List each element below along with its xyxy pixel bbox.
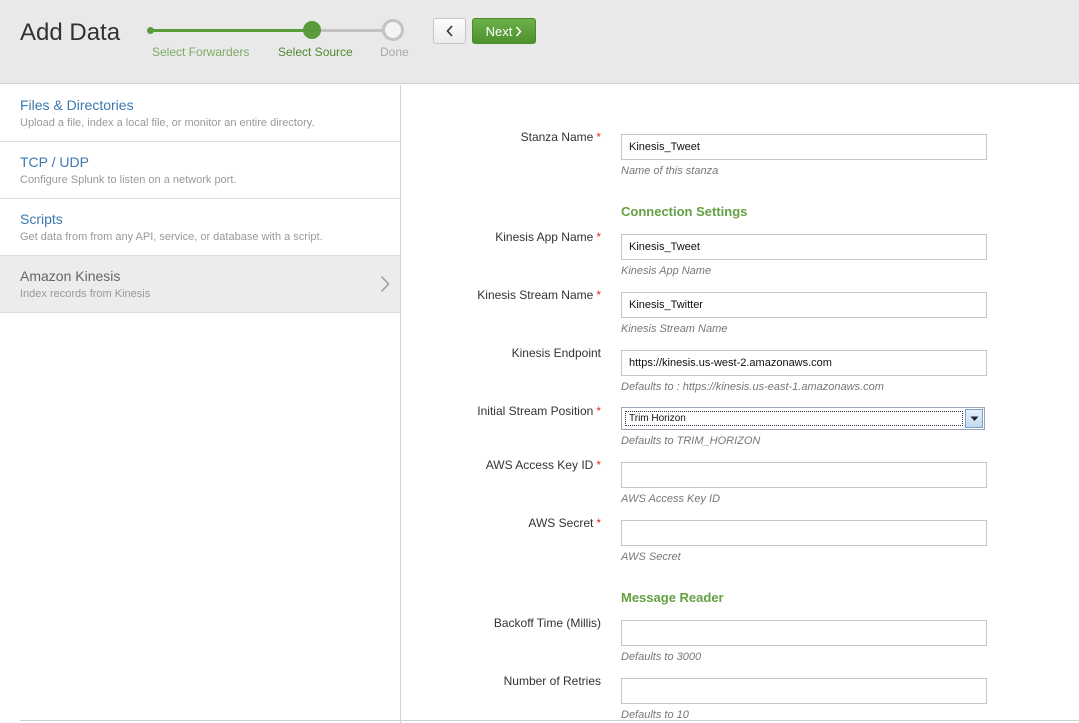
next-button[interactable]: Next <box>472 18 536 44</box>
connection-settings-heading: Connection Settings <box>621 204 748 219</box>
initial-stream-position-label: Initial Stream Position * <box>477 404 601 418</box>
sidebar-item-amazon-kinesis[interactable]: Amazon Kinesis Index records from Kinesi… <box>0 256 400 313</box>
step-label-source: Select Source <box>278 45 353 59</box>
stanza-name-input[interactable] <box>621 134 987 160</box>
backoff-time-input[interactable] <box>621 620 987 646</box>
chevron-down-icon <box>970 416 978 421</box>
chevron-right-icon <box>380 275 390 293</box>
sidebar-item-title: Scripts <box>20 211 63 227</box>
kinesis-stream-name-label: Kinesis Stream Name * <box>477 288 601 302</box>
backoff-time-help: Defaults to 3000 <box>621 651 702 663</box>
chevron-left-icon <box>445 25 453 37</box>
backoff-time-label: Backoff Time (Millis) <box>493 616 601 630</box>
sidebar-item-desc: Upload a file, index a local file, or mo… <box>20 117 315 129</box>
aws-access-key-help: AWS Access Key ID <box>621 493 721 505</box>
step-done-marker <box>382 19 404 41</box>
kinesis-endpoint-label: Kinesis Endpoint <box>511 346 601 360</box>
sidebar-item-tcp-udp[interactable]: TCP / UDP Configure Splunk to listen on … <box>0 142 400 199</box>
kinesis-app-name-help: Kinesis App Name <box>621 265 712 277</box>
chevron-right-icon <box>516 26 522 36</box>
sidebar-item-scripts[interactable]: Scripts Get data from from any API, serv… <box>0 199 400 256</box>
sidebar-item-desc: Index records from Kinesis <box>20 288 151 300</box>
initial-stream-position-value: Trim Horizon <box>625 411 963 426</box>
initial-stream-position-help: Defaults to TRIM_HORIZON <box>621 435 761 447</box>
step-label-forwarders: Select Forwarders <box>152 45 250 59</box>
next-button-label: Next <box>485 23 513 39</box>
sidebar-item-title: Amazon Kinesis <box>20 268 121 284</box>
header: Add Data Select Forwarders Select Source… <box>0 0 1079 84</box>
aws-access-key-input[interactable] <box>621 462 987 488</box>
aws-secret-help: AWS Secret <box>621 551 681 563</box>
dropdown-arrow-button[interactable] <box>965 409 983 428</box>
number-of-retries-label: Number of Retries <box>503 674 601 688</box>
sidebar-item-title: Files & Directories <box>20 97 134 113</box>
progress-track-complete <box>148 29 312 32</box>
sidebar-item-desc: Configure Splunk to listen on a network … <box>20 174 237 186</box>
page-title: Add Data <box>20 19 121 46</box>
stanza-name-help: Name of this stanza <box>621 165 719 177</box>
step-source-marker <box>303 21 321 39</box>
message-reader-heading: Message Reader <box>621 590 724 605</box>
aws-access-key-label: AWS Access Key ID * <box>485 458 601 472</box>
sidebar-item-desc: Get data from from any API, service, or … <box>20 231 323 243</box>
sidebar-item-files-directories[interactable]: Files & Directories Upload a file, index… <box>0 85 400 142</box>
kinesis-app-name-input[interactable] <box>621 234 987 260</box>
back-button[interactable] <box>433 18 466 44</box>
initial-stream-position-select[interactable]: Trim Horizon <box>621 407 985 430</box>
progress-track-remaining <box>312 29 393 32</box>
sidebar-item-title: TCP / UDP <box>20 154 89 170</box>
aws-secret-label: AWS Secret * <box>528 516 601 530</box>
source-sidebar: Files & Directories Upload a file, index… <box>0 85 401 723</box>
step-forwarders-marker <box>147 27 154 34</box>
kinesis-app-name-label: Kinesis App Name * <box>495 230 601 244</box>
number-of-retries-input[interactable] <box>621 678 987 704</box>
kinesis-endpoint-help: Defaults to : https://kinesis.us-east-1.… <box>621 381 884 393</box>
kinesis-stream-name-input[interactable] <box>621 292 987 318</box>
stanza-name-label: Stanza Name * <box>520 130 601 144</box>
aws-secret-input[interactable] <box>621 520 987 546</box>
step-label-done: Done <box>380 45 409 59</box>
kinesis-endpoint-input[interactable] <box>621 350 987 376</box>
kinesis-stream-name-help: Kinesis Stream Name <box>621 323 728 335</box>
